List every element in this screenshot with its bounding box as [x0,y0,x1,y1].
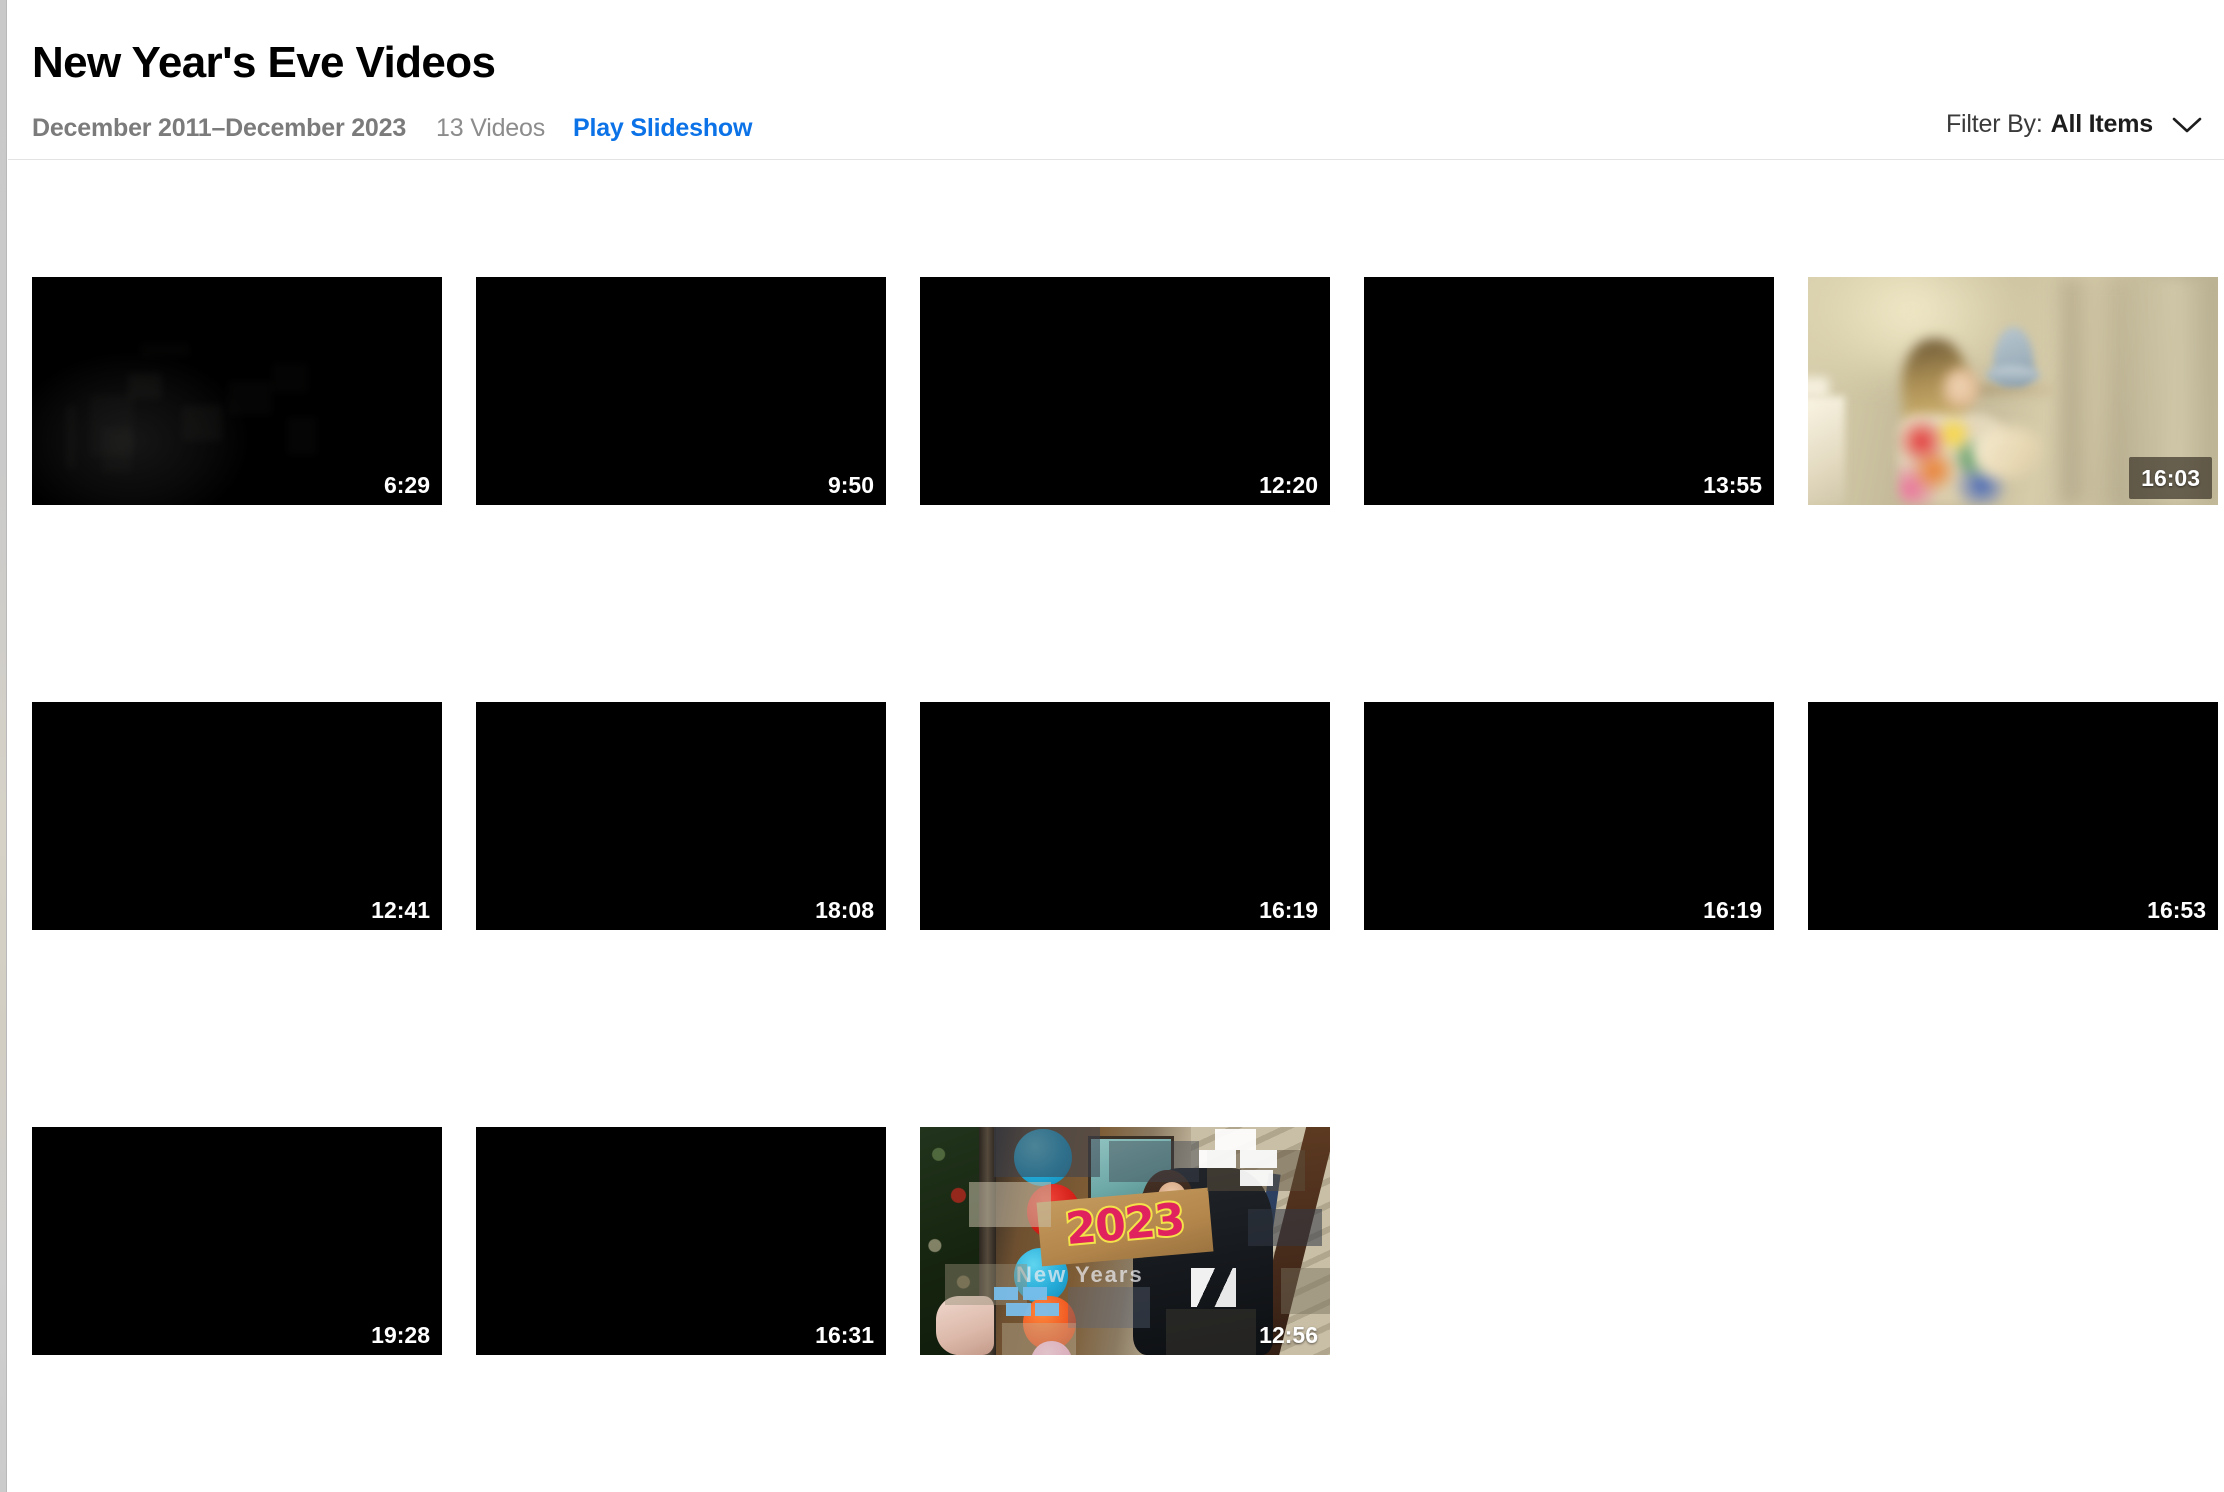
chevron-down-icon [2172,116,2202,134]
album-date-range: December 2011–December 2023 [32,114,407,142]
video-thumbnail-3[interactable]: 12:20 [920,277,1330,505]
video-duration-label: 19:28 [371,1321,430,1348]
video-duration-label: 16:53 [2147,896,2206,923]
video-duration-label: 9:50 [827,471,874,498]
album-meta-row: December 2011–December 2023 13 Videos Pl… [32,114,752,143]
video-thumbnail-5[interactable]: 16:03 [1808,277,2218,505]
video-duration-label: 12:56 [1259,1321,1318,1348]
photos-video-album-view: New Year's Eve Videos December 2011–Dece… [0,0,2224,1492]
filter-by-value: All Items [2050,110,2154,138]
video-duration-label: 16:19 [1703,896,1762,923]
album-video-count: 13 Videos [436,114,545,142]
video-thumbnail-11[interactable]: 19:28 [32,1127,442,1355]
video-duration-label: 16:03 [2129,457,2212,499]
page-title: New Year's Eve Videos [32,38,496,87]
video-duration-label: 13:55 [1703,471,1762,498]
video-duration-label: 12:41 [371,896,430,923]
video-thumbnail-9[interactable]: 16:19 [1364,702,1774,930]
filter-by-label: Filter By: [1945,110,2043,138]
play-slideshow-link[interactable]: Play Slideshow [573,114,752,143]
video-thumbnail-13[interactable]: New Years 2023 12:56 [920,1127,1330,1355]
video-thumbnail-6[interactable]: 12:41 [32,702,442,930]
video-thumbnail-8[interactable]: 16:19 [920,702,1330,930]
video-duration-label: 16:19 [1259,896,1318,923]
video-thumbnail-4[interactable]: 13:55 [1364,277,1774,505]
video-duration-label: 18:08 [815,896,874,923]
album-header: New Year's Eve Videos December 2011–Dece… [8,0,2224,160]
video-thumbnail-2[interactable]: 9:50 [476,277,886,505]
video-duration-label: 16:31 [815,1321,874,1348]
video-grid-scroll-area[interactable]: 6:29 9:50 12:20 13:55 16:03 12:41 18:08 16:19 16… [8,161,2224,1492]
video-thumbnail-1[interactable]: 6:29 [32,277,442,505]
video-grid: 6:29 9:50 12:20 13:55 16:03 12:41 18:08 16:19 16… [32,277,2224,1355]
video-duration-label: 6:29 [383,471,430,498]
video-thumbnail-7[interactable]: 18:08 [476,702,886,930]
video-thumbnail-12[interactable]: 16:31 [476,1127,886,1355]
video-thumbnail-10[interactable]: 16:53 [1808,702,2218,930]
window-left-edge [0,0,7,1492]
video-duration-label: 12:20 [1259,471,1318,498]
filter-by-control[interactable]: Filter By: All Items [1946,110,2202,139]
